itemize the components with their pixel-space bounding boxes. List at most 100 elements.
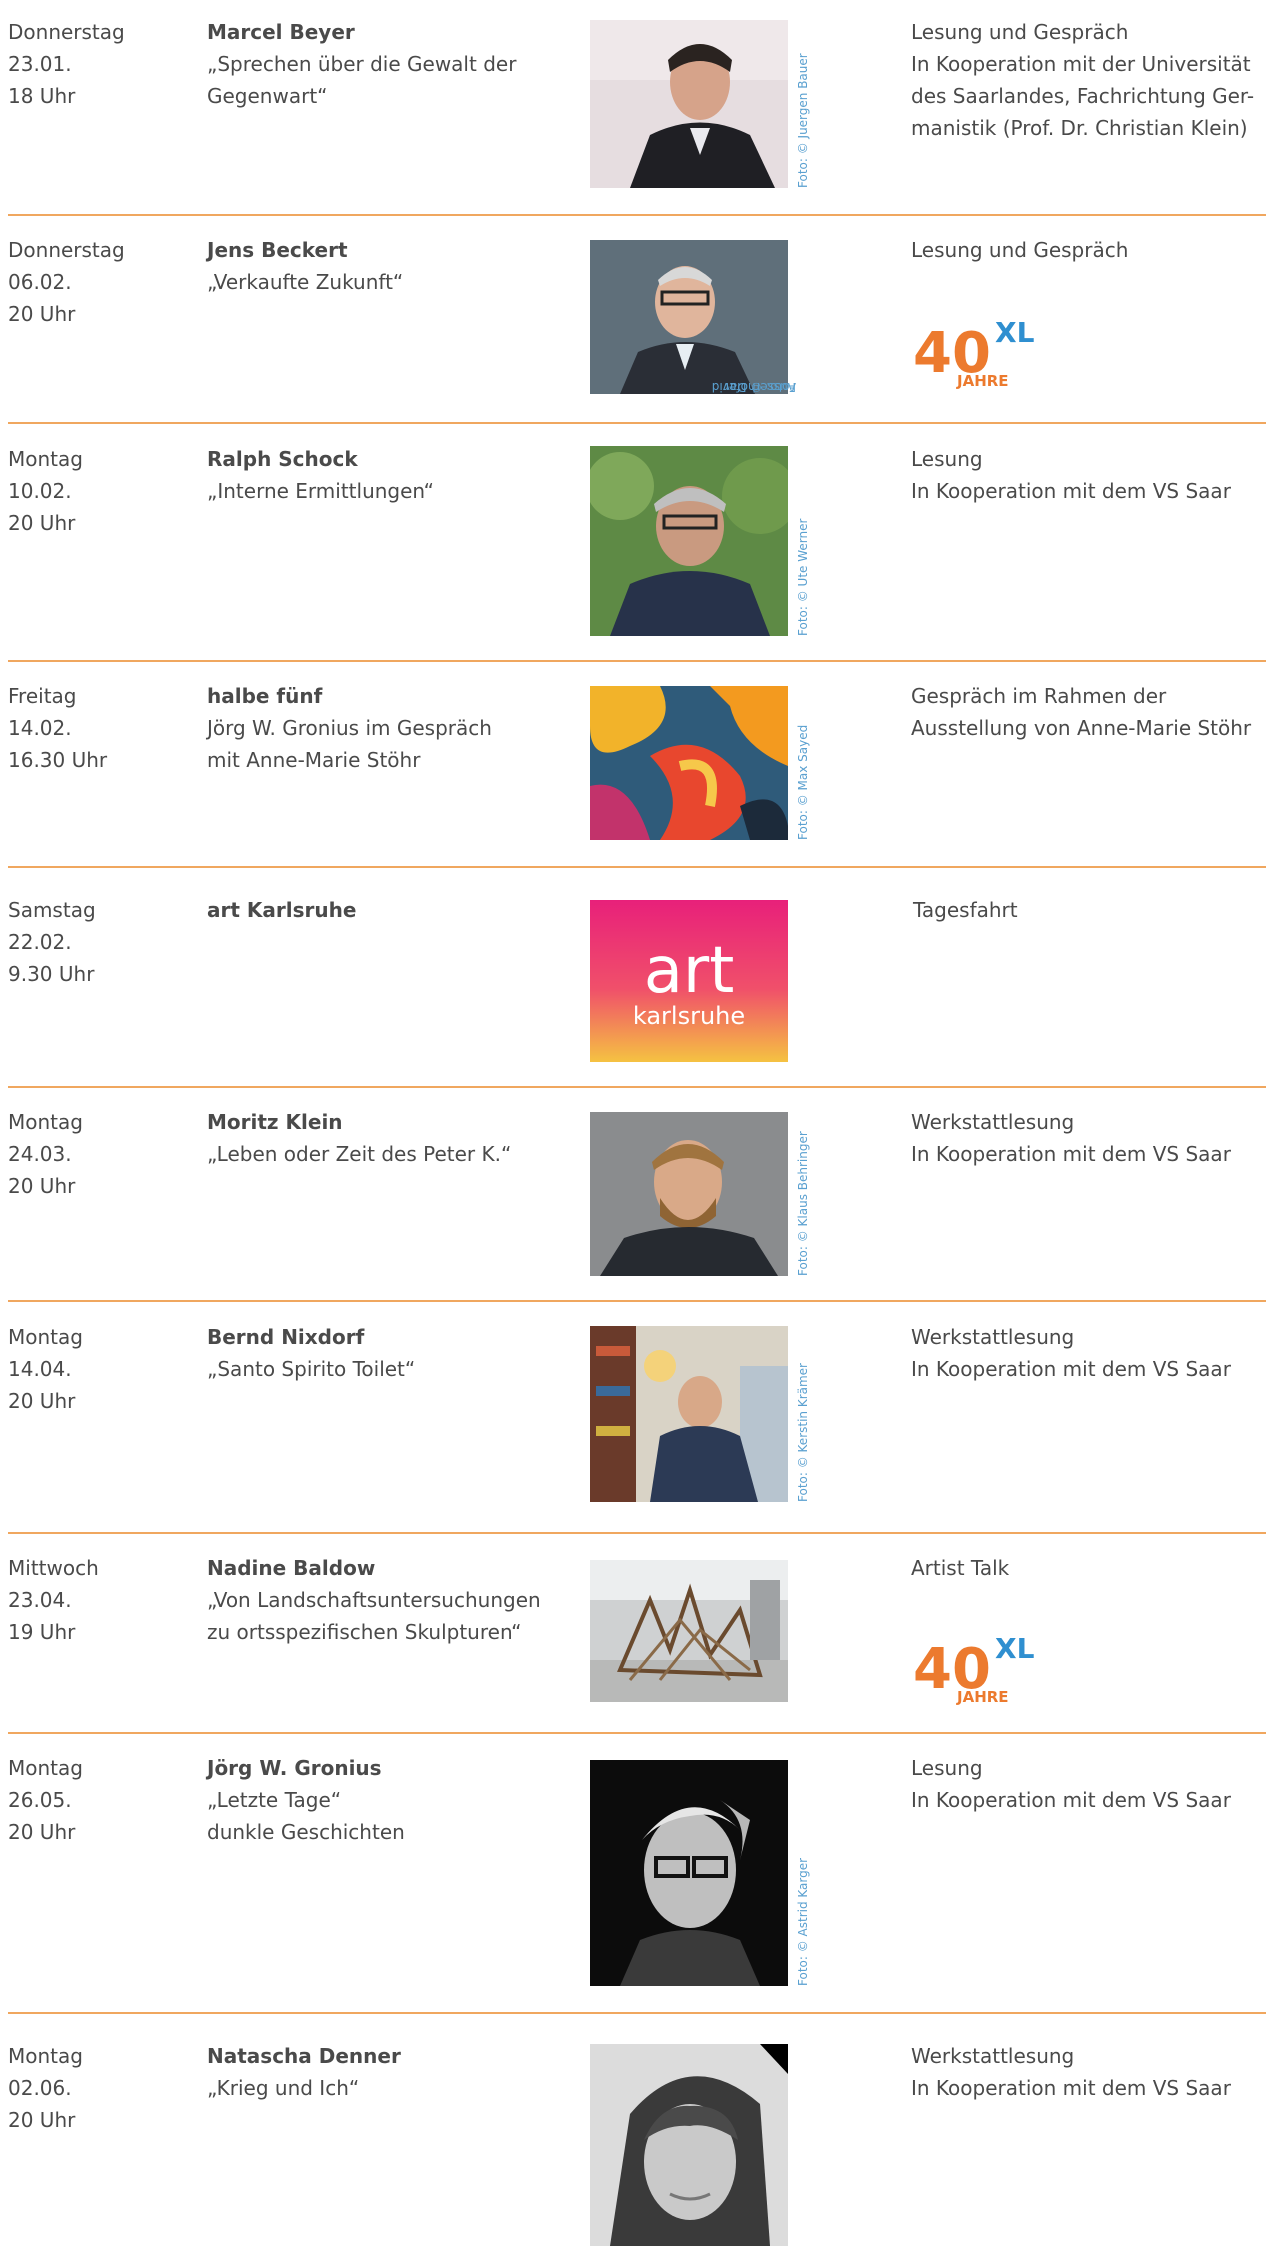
event-date-value: 14.02. <box>8 716 72 740</box>
event-info-line: In Kooperation mit dem VS Saar <box>911 1142 1231 1166</box>
event-time: 16.30 Uhr <box>8 748 108 772</box>
event-info-line: In Kooperation mit dem VS Saar <box>911 2076 1231 2100</box>
event-title: Jens Beckert „Verkaufte Zukunft“ <box>207 234 587 298</box>
event-info: Werkstattlesung In Kooperation mit dem V… <box>911 2040 1267 2104</box>
event-info-line: Lesung <box>911 447 983 471</box>
row-separator <box>8 866 1266 868</box>
event-info: Artist Talk <box>911 1552 1267 1584</box>
event-photo <box>590 1326 788 1502</box>
event-subtitle: Jörg W. Gronius im Gespräch <box>207 716 492 740</box>
photo-credit-text: Foto: © Kerstin Krämer <box>796 1363 810 1502</box>
event-day: Montag <box>8 1756 83 1780</box>
event-person: Ralph Schock <box>207 447 358 471</box>
logo-sub: JAHRE <box>956 372 1009 390</box>
event-photo <box>590 1112 788 1276</box>
event-date: Freitag 14.02. 16.30 Uhr <box>8 680 188 776</box>
event-info-line: Lesung und Gespräch <box>911 238 1129 262</box>
event-date-value: 23.01. <box>8 52 72 76</box>
event-info-line: manistik (Prof. Dr. Christian Klein) <box>911 116 1248 140</box>
event-subtitle: „Sprechen über die Gewalt der <box>207 52 517 76</box>
event-info-line: In Kooperation mit dem VS Saar <box>911 479 1231 503</box>
art-logo-small: karlsruhe <box>633 1002 745 1030</box>
event-person: art Karlsruhe <box>207 898 357 922</box>
event-person: Bernd Nixdorf <box>207 1325 365 1349</box>
event-photo <box>590 1560 788 1702</box>
event-day: Montag <box>8 1110 83 1134</box>
event-time: 20 Uhr <box>8 302 76 326</box>
event-date-value: 26.05. <box>8 1788 72 1812</box>
event-title: Moritz Klein „Leben oder Zeit des Peter … <box>207 1106 587 1170</box>
event-day: Montag <box>8 447 83 471</box>
photo-credit: Foto: © Klaus Behringer <box>796 1112 830 1276</box>
forty-years-logo: 40 XL JAHRE <box>911 310 1051 390</box>
row-separator <box>8 2012 1266 2014</box>
event-subtitle: „Von Landschaftsuntersuchungen <box>207 1588 541 1612</box>
event-subtitle: Gegenwart“ <box>207 84 328 108</box>
event-person: Natascha Denner <box>207 2044 401 2068</box>
event-person: Moritz Klein <box>207 1110 343 1134</box>
photo-credit-text: Foto: © Astrid Karger <box>796 1857 810 1986</box>
event-day: Freitag <box>8 684 77 708</box>
event-subtitle: „Verkaufte Zukunft“ <box>207 270 404 294</box>
event-subtitle: „Leben oder Zeit des Peter K.“ <box>207 1142 512 1166</box>
event-subtitle: „Krieg und Ich“ <box>207 2076 360 2100</box>
event-photo <box>590 20 788 188</box>
event-date-value: 22.02. <box>8 930 72 954</box>
event-time: 20 Uhr <box>8 511 76 535</box>
event-date-value: 23.04. <box>8 1588 72 1612</box>
event-info-line: Lesung <box>911 1756 983 1780</box>
event-subtitle: zu ortsspezifischen Skulpturen“ <box>207 1620 522 1644</box>
event-person: Marcel Beyer <box>207 20 355 44</box>
logo-sub: JAHRE <box>956 1688 1009 1706</box>
logo-superscript: XL <box>995 1632 1035 1665</box>
event-person: halbe fünf <box>207 684 323 708</box>
event-day: Montag <box>8 1325 83 1349</box>
photo-credit-text: Foto: © Ute Werner <box>796 518 810 636</box>
event-date-value: 14.04. <box>8 1357 72 1381</box>
event-time: 19 Uhr <box>8 1620 76 1644</box>
art-logo-big: art <box>644 934 735 1008</box>
photo-credit: Foto: © Kerstin Krämer <box>796 1326 830 1502</box>
event-time: 20 Uhr <box>8 2108 76 2132</box>
event-title: Marcel Beyer „Sprechen über die Gewalt d… <box>207 16 587 112</box>
event-time: 20 Uhr <box>8 1820 76 1844</box>
row-separator <box>8 1086 1266 1088</box>
photo-credit: Foto: © Max Sayed <box>796 686 830 840</box>
event-date: Montag 14.04. 20 Uhr <box>8 1321 188 1417</box>
event-info: Lesung und Gespräch In Kooperation mit d… <box>911 16 1267 144</box>
event-info: Gespräch im Rahmen der Ausstellung von A… <box>911 680 1267 744</box>
event-subtitle: „Santo Spirito Toilet“ <box>207 1357 416 1381</box>
event-subtitle: mit Anne-Marie Stöhr <box>207 748 421 772</box>
event-title: art Karlsruhe <box>207 894 587 926</box>
event-date-value: 06.02. <box>8 270 72 294</box>
photo-credit: Foto: © David Ausserhofer <box>712 240 836 394</box>
event-date: Montag 26.05. 20 Uhr <box>8 1752 188 1848</box>
photo-credit: Foto: © Juergen Bauer <box>796 20 830 188</box>
event-day: Donnerstag <box>8 238 125 262</box>
event-title: Jörg W. Gronius „Letzte Tage“ dunkle Ges… <box>207 1752 587 1848</box>
event-info-line: Lesung und Gespräch <box>911 20 1129 44</box>
row-separator <box>8 422 1266 424</box>
row-separator <box>8 660 1266 662</box>
event-person: Jens Beckert <box>207 238 348 262</box>
event-date: Montag 10.02. 20 Uhr <box>8 443 188 539</box>
event-photo <box>590 1760 788 1986</box>
event-photo <box>590 446 788 636</box>
event-photo <box>590 240 788 394</box>
event-info: Tagesfahrt <box>913 894 1267 926</box>
event-info-line: Gespräch im Rahmen der <box>911 684 1167 708</box>
forty-years-logo: 40 XL JAHRE <box>911 1626 1051 1706</box>
row-separator <box>8 1532 1266 1534</box>
event-info-line: Werkstattlesung <box>911 2044 1075 2068</box>
event-date-value: 10.02. <box>8 479 72 503</box>
event-info: Lesung In Kooperation mit dem VS Saar <box>911 443 1267 507</box>
event-time: 20 Uhr <box>8 1389 76 1413</box>
event-info: Werkstattlesung In Kooperation mit dem V… <box>911 1106 1267 1170</box>
event-info-line: Artist Talk <box>911 1556 1010 1580</box>
event-time: 18 Uhr <box>8 84 76 108</box>
event-info: Werkstattlesung In Kooperation mit dem V… <box>911 1321 1267 1385</box>
event-date: Donnerstag 23.01. 18 Uhr <box>8 16 188 112</box>
logo-superscript: XL <box>995 316 1035 349</box>
event-person: Nadine Baldow <box>207 1556 376 1580</box>
event-person: Jörg W. Gronius <box>207 1756 382 1780</box>
